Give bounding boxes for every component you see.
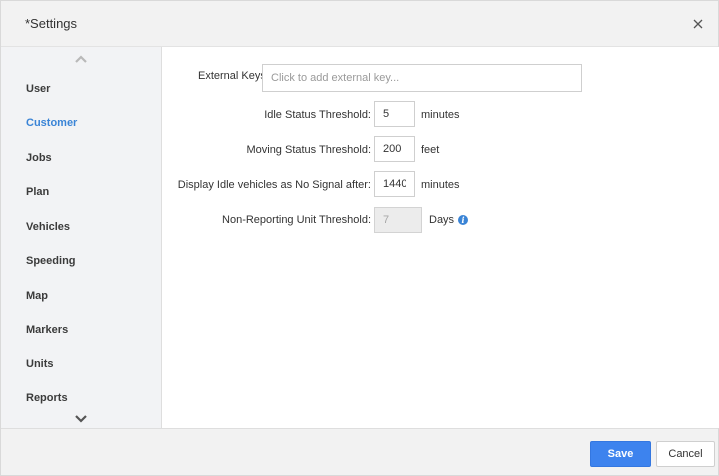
moving-threshold-label: Moving Status Threshold: bbox=[246, 144, 371, 156]
external-keys-input[interactable] bbox=[262, 64, 582, 92]
dialog-title: *Settings bbox=[25, 16, 78, 31]
chevron-down-icon[interactable] bbox=[73, 413, 89, 425]
close-icon[interactable] bbox=[689, 15, 707, 33]
non-reporting-label: Non-Reporting Unit Threshold: bbox=[222, 214, 371, 226]
idle-threshold-input[interactable] bbox=[374, 101, 415, 127]
moving-threshold-input[interactable] bbox=[374, 136, 415, 162]
non-reporting-input bbox=[374, 207, 422, 233]
idle-no-signal-input[interactable] bbox=[374, 171, 415, 197]
cancel-button[interactable]: Cancel bbox=[656, 441, 715, 467]
sidebar-item-plan[interactable]: Plan bbox=[26, 186, 49, 198]
settings-content: External Keys Idle Status Threshold: min… bbox=[163, 47, 719, 428]
dialog-header: *Settings bbox=[1, 1, 718, 47]
moving-threshold-unit: feet bbox=[421, 144, 440, 156]
sidebar-item-jobs[interactable]: Jobs bbox=[26, 152, 52, 164]
sidebar-item-markers[interactable]: Markers bbox=[26, 324, 68, 336]
sidebar-item-user[interactable]: User bbox=[26, 83, 50, 95]
sidebar-item-reports[interactable]: Reports bbox=[26, 392, 68, 404]
settings-sidebar: User Customer Jobs Plan Vehicles Speedin… bbox=[1, 47, 162, 428]
save-button[interactable]: Save bbox=[590, 441, 651, 467]
external-keys-label: External Keys bbox=[198, 70, 266, 82]
idle-threshold-label: Idle Status Threshold: bbox=[264, 109, 371, 121]
idle-no-signal-label: Display Idle vehicles as No Signal after… bbox=[177, 179, 371, 191]
non-reporting-unit: Days bbox=[429, 214, 455, 226]
sidebar-item-vehicles[interactable]: Vehicles bbox=[26, 221, 70, 233]
idle-threshold-unit: minutes bbox=[421, 109, 460, 121]
sidebar-item-customer[interactable]: Customer bbox=[26, 117, 77, 129]
sidebar-item-speeding[interactable]: Speeding bbox=[26, 255, 76, 267]
sidebar-item-units[interactable]: Units bbox=[26, 358, 54, 370]
sidebar-item-map[interactable]: Map bbox=[26, 290, 48, 302]
info-icon[interactable]: i bbox=[458, 215, 468, 225]
dialog-footer: Save Cancel bbox=[1, 428, 718, 475]
idle-no-signal-unit: minutes bbox=[421, 179, 460, 191]
settings-dialog: *Settings User Customer Jobs Plan Vehicl… bbox=[0, 0, 719, 476]
chevron-up-icon[interactable] bbox=[73, 53, 89, 65]
